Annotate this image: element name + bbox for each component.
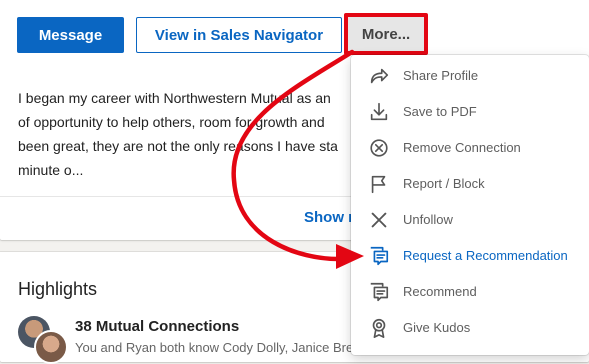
view-in-sales-navigator-button[interactable]: View in Sales Navigator bbox=[136, 17, 342, 53]
menu-item-report-block[interactable]: Report / Block bbox=[351, 165, 589, 201]
mutual-connections-link[interactable]: 38 Mutual Connections bbox=[75, 318, 239, 335]
menu-item-save-to-pdf[interactable]: Save to PDF bbox=[351, 93, 589, 129]
more-actions-dropdown: Share Profile Save to PDF Remove Connect… bbox=[351, 55, 589, 355]
menu-item-unfollow[interactable]: Unfollow bbox=[351, 201, 589, 237]
message-button[interactable]: Message bbox=[17, 17, 124, 53]
download-icon bbox=[368, 101, 390, 123]
menu-item-give-kudos[interactable]: Give Kudos bbox=[351, 309, 589, 345]
menu-item-label: Report / Block bbox=[403, 175, 485, 191]
menu-item-label: Remove Connection bbox=[403, 139, 521, 155]
menu-item-label: Save to PDF bbox=[403, 103, 477, 119]
menu-item-remove-connection[interactable]: Remove Connection bbox=[351, 129, 589, 165]
menu-item-label: Unfollow bbox=[403, 211, 453, 227]
avatar[interactable] bbox=[34, 330, 68, 364]
speech-bubble-icon bbox=[368, 245, 390, 267]
menu-item-label: Share Profile bbox=[403, 67, 479, 83]
more-button[interactable]: More... bbox=[344, 13, 428, 55]
remove-circle-icon bbox=[368, 137, 390, 159]
share-arrow-icon bbox=[368, 65, 390, 87]
menu-item-request-recommendation[interactable]: Request a Recommendation bbox=[351, 237, 589, 273]
x-icon bbox=[368, 209, 390, 231]
menu-item-label: Recommend bbox=[403, 283, 477, 299]
about-summary-text: I began my career with Northwestern Mutu… bbox=[18, 90, 338, 178]
flag-icon bbox=[368, 173, 390, 195]
menu-item-label: Request a Recommendation bbox=[403, 247, 568, 263]
highlights-title: Highlights bbox=[18, 279, 98, 299]
medal-icon bbox=[368, 317, 390, 339]
menu-item-recommend[interactable]: Recommend bbox=[351, 273, 589, 309]
speech-bubble-icon bbox=[368, 281, 390, 303]
menu-item-share-profile[interactable]: Share Profile bbox=[351, 57, 589, 93]
menu-item-label: Give Kudos bbox=[403, 319, 471, 335]
